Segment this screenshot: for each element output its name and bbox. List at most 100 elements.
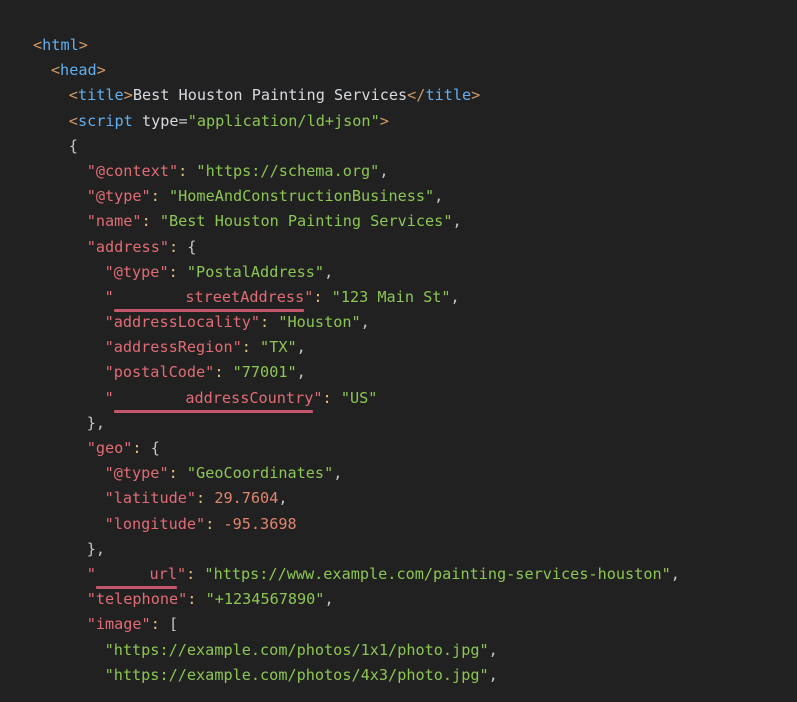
code-token-punct: , [278, 489, 288, 508]
code-token-bracket: </ [407, 86, 426, 105]
code-line[interactable]: " addressCountry": "US" [0, 386, 797, 414]
code-token-key: "geo" [86, 439, 133, 457]
code-line[interactable]: "@type": "PostalAddress", [0, 260, 797, 285]
code-line[interactable]: "telephone": "+1234567890", [0, 587, 797, 612]
code-line[interactable]: "longitude": -95.3698 [0, 512, 797, 537]
code-token-punct: , [434, 187, 444, 206]
code-token-string: "Best Houston Painting Services" [150, 212, 453, 231]
code-token-colon: : [260, 313, 270, 332]
code-viewer[interactable]: <html> <head> <title>Best Houston Painting… [0, 0, 797, 702]
code-token-string: "https://www.example.com/painting-servic… [195, 564, 671, 583]
code-token-bracket: < [68, 111, 78, 130]
code-token-bracket: > [96, 61, 106, 80]
code-token-bracket: > [123, 86, 133, 105]
code-token-colon: : [313, 287, 323, 306]
code-line[interactable]: <html> [0, 33, 797, 58]
code-token-tag: title [77, 86, 124, 105]
code-token-string: "+1234567890" [196, 590, 325, 609]
code-token-colon: : [141, 212, 151, 231]
code-line[interactable]: " url": "https://www.example.com/painting… [0, 562, 797, 590]
code-token-key: "@type" [104, 464, 169, 483]
spellcheck-underlined-key: url [95, 562, 178, 590]
code-token-punct: , [324, 262, 334, 281]
code-token-bracket: > [78, 36, 88, 54]
code-token-key: "longitude" [104, 514, 206, 533]
code-token-string: "https://example.com/photos/4x3/photo.jp… [104, 665, 489, 684]
code-token-punct: { [141, 439, 160, 457]
code-token-num: 29.7604 [205, 489, 279, 508]
code-token-string: "77001" [223, 363, 297, 382]
spellcheck-underlined-key: streetAddress [113, 285, 305, 313]
code-token-key: " [176, 564, 187, 583]
code-token-string: "HomeAndConstructionBusiness" [159, 187, 435, 206]
code-token-punct: , [379, 161, 389, 180]
code-token-bracket: > [471, 86, 481, 105]
code-line[interactable]: <head> [0, 58, 797, 83]
code-token-attr: type [132, 111, 179, 130]
code-line[interactable]: "address": { [0, 235, 797, 260]
code-token-key: "address" [86, 237, 169, 256]
code-line[interactable]: "@type": "HomeAndConstructionBusiness", [0, 184, 797, 209]
code-token-string: "TX" [250, 338, 297, 357]
code-token-string: "123 Main St" [322, 287, 451, 306]
code-token-key: "addressRegion" [104, 338, 242, 357]
code-token-punct: , [488, 665, 498, 684]
code-token-string: "PostalAddress" [177, 262, 325, 281]
code-line[interactable]: "addressLocality": "Houston", [0, 310, 797, 335]
code-token-punct: }, [86, 539, 105, 558]
code-token-key: " [104, 287, 114, 306]
code-token-key: "postalCode" [104, 363, 215, 382]
code-token-key: "image" [86, 615, 151, 634]
code-line[interactable]: "addressRegion": "TX", [0, 335, 797, 360]
code-line[interactable]: "postalCode": "77001", [0, 360, 797, 385]
code-token-text: Best Houston Painting Services [132, 86, 408, 105]
code-token-colon: : [168, 464, 178, 483]
code-token-string: "https://schema.org" [187, 161, 380, 180]
code-line[interactable]: "https://example.com/photos/1x1/photo.jp… [0, 638, 797, 663]
code-token-punct: , [296, 338, 306, 357]
code-token-string: "Houston" [269, 313, 361, 332]
code-token-colon: : [241, 338, 251, 357]
code-line[interactable]: { [0, 134, 797, 159]
code-token-colon: : [178, 161, 188, 180]
code-line[interactable]: "geo": { [0, 436, 797, 461]
code-token-punct: , [360, 313, 370, 332]
code-line[interactable]: "latitude": 29.7604, [0, 486, 797, 511]
code-token-punct: , [450, 287, 460, 306]
code-token-bracket: > [379, 111, 389, 130]
code-token-punct: [ [159, 615, 179, 634]
code-line[interactable]: }, [0, 411, 797, 436]
code-token-colon: : [150, 187, 160, 206]
code-token-eq: = [178, 111, 188, 130]
code-token-key: "@context" [86, 161, 179, 180]
code-token-colon: : [322, 388, 332, 407]
code-line[interactable]: <script type="application/ld+json"> [0, 109, 797, 134]
code-token-bracket: < [68, 86, 78, 105]
code-token-colon: : [196, 489, 206, 508]
code-token-string: "US" [331, 388, 378, 407]
code-token-key: " [86, 564, 96, 583]
code-token-colon: : [168, 262, 178, 281]
code-token-punct: , [670, 564, 680, 583]
code-line[interactable]: "@type": "GeoCoordinates", [0, 461, 797, 486]
code-token-punct: , [296, 363, 306, 382]
code-line[interactable]: " streetAddress": "123 Main St", [0, 285, 797, 313]
code-token-colon: : [186, 564, 196, 583]
code-token-key: "addressLocality" [104, 313, 261, 332]
code-line[interactable]: "https://example.com/photos/4x3/photo.jp… [0, 663, 797, 688]
code-token-punct: , [452, 212, 462, 231]
code-token-key: "telephone" [86, 590, 188, 609]
code-token-key: "name" [86, 212, 142, 231]
spellcheck-underlined-key: addressCountry [113, 386, 313, 414]
code-line[interactable]: "name": "Best Houston Painting Services"… [0, 209, 797, 234]
code-token-string: "https://example.com/photos/1x1/photo.jp… [104, 640, 489, 659]
code-line[interactable]: <title>Best Houston Painting Services</t… [0, 83, 797, 108]
code-token-tag: title [425, 86, 472, 105]
code-line[interactable]: "@context": "https://schema.org", [0, 159, 797, 184]
code-line[interactable]: "image": [ [0, 612, 797, 637]
code-token-bracket: < [33, 36, 43, 54]
code-token-key: " [304, 287, 314, 306]
code-token-colon: : [168, 237, 179, 256]
code-line[interactable]: }, [0, 537, 797, 562]
code-token-colon: : [132, 439, 142, 457]
